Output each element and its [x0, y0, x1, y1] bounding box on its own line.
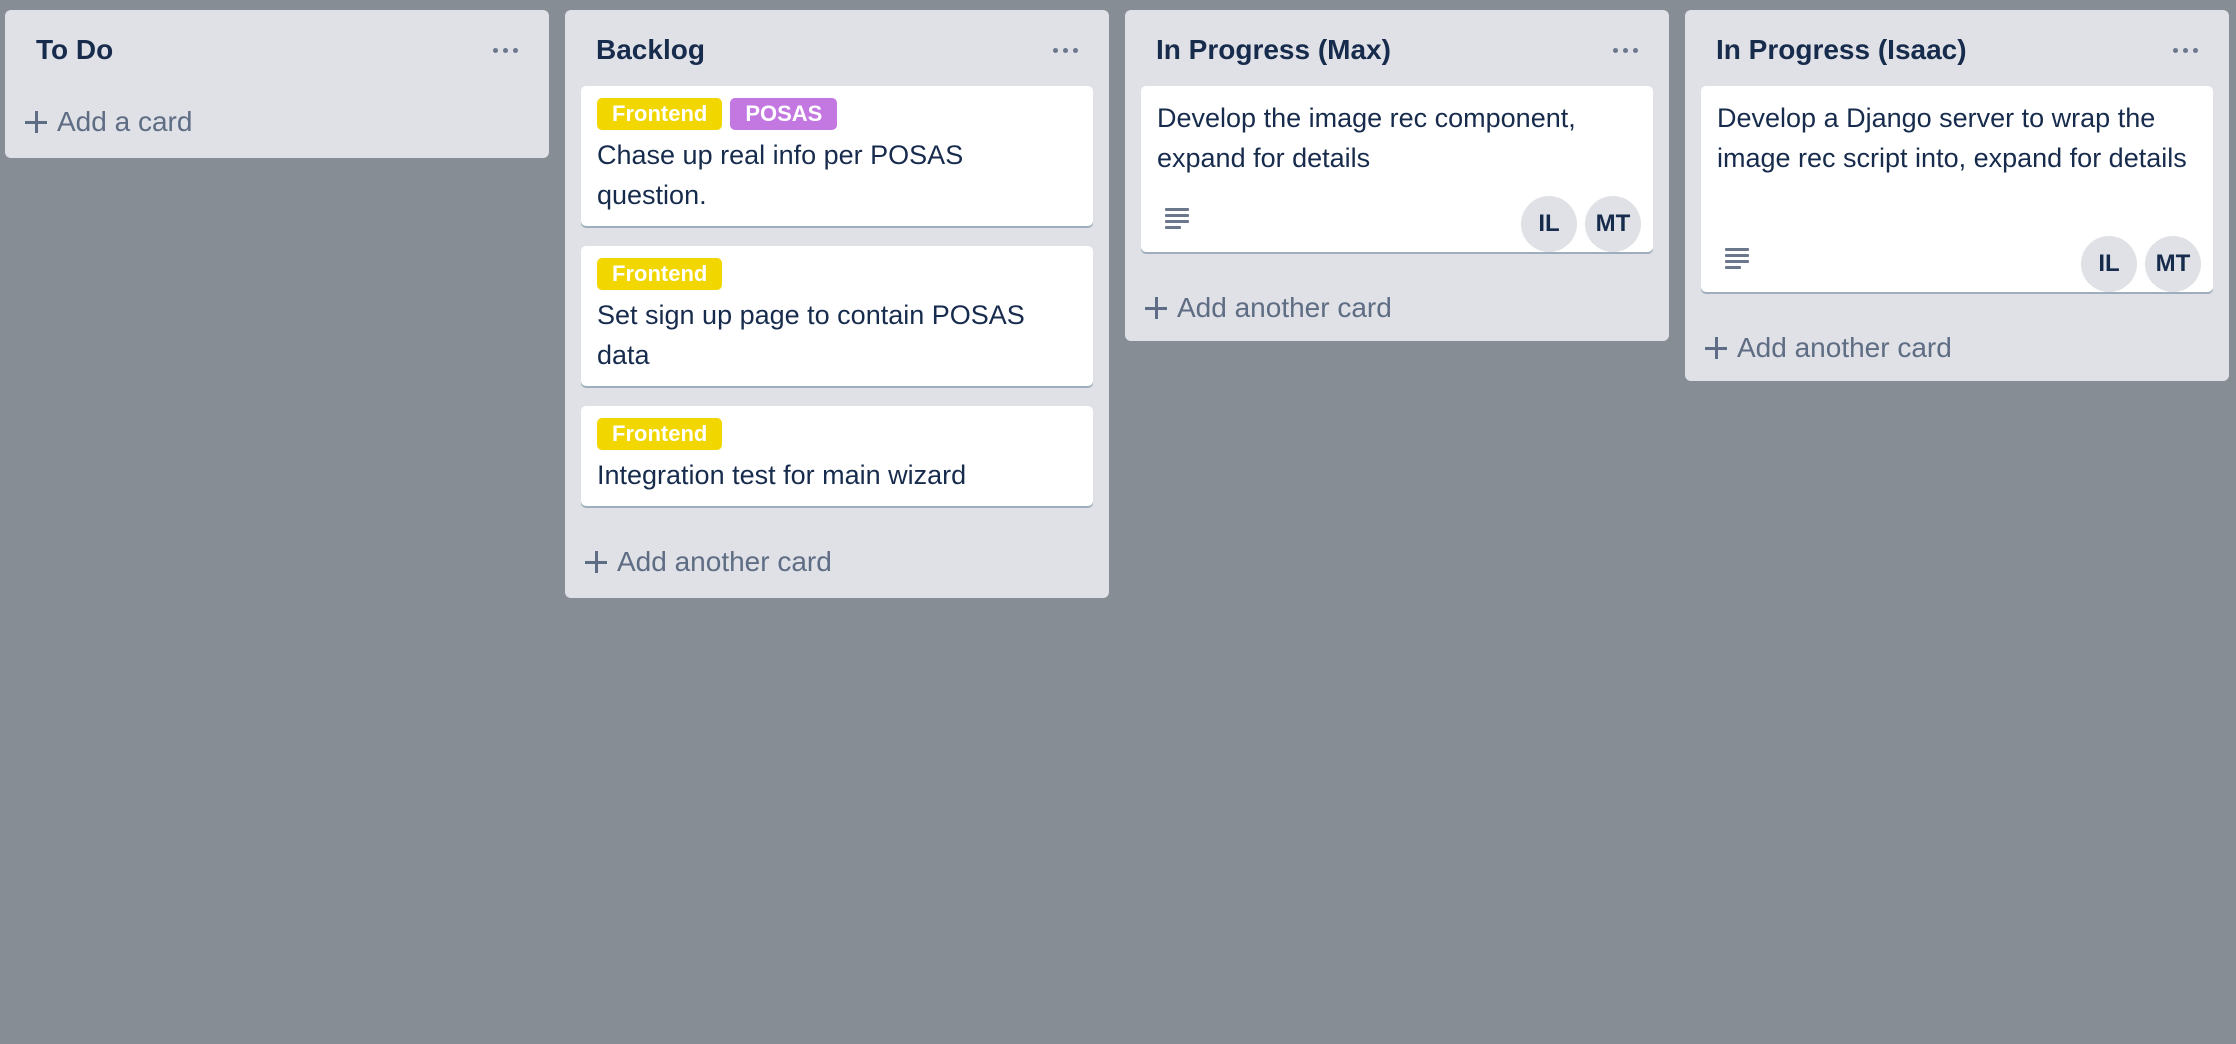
avatar[interactable]: IL [2081, 236, 2137, 292]
label-frontend: Frontend [597, 98, 723, 130]
plus-icon [25, 111, 47, 133]
list-header: In Progress (Max) [1125, 10, 1669, 90]
add-card-label: Add another card [1177, 292, 1392, 323]
avatar[interactable]: IL [1521, 196, 1577, 252]
card[interactable]: Frontend Set sign up page to contain POS… [581, 246, 1093, 386]
board: To Do Add a card Backlog Frontend POSAS … [0, 0, 2236, 1044]
card[interactable]: Develop a Django server to wrap the imag… [1701, 86, 2213, 292]
avatar[interactable]: MT [1585, 196, 1641, 252]
avatar[interactable]: MT [2145, 236, 2201, 292]
add-card-button[interactable]: Add another card [1145, 288, 1392, 328]
card[interactable]: Frontend POSAS Chase up real info per PO… [581, 86, 1093, 226]
card-title: Chase up real info per POSAS question. [597, 140, 964, 210]
plus-icon [1705, 337, 1727, 359]
list-backlog: Backlog Frontend POSAS Chase up real inf… [565, 10, 1109, 598]
card-labels: Frontend [597, 418, 723, 450]
card-title: Develop the image rec component, expand … [1157, 103, 1576, 173]
description-icon [1165, 208, 1189, 229]
list-title[interactable]: Backlog [596, 32, 705, 68]
card[interactable]: Frontend Integration test for main wizar… [581, 406, 1093, 506]
card-title: Develop a Django server to wrap the imag… [1717, 103, 2187, 173]
card-title: Set sign up page to contain POSAS data [597, 300, 1025, 370]
add-card-label: Add a card [57, 106, 193, 137]
add-card-button[interactable]: Add a card [25, 102, 192, 142]
add-card-label: Add another card [1737, 332, 1952, 363]
label-frontend: Frontend [597, 258, 723, 290]
list-title[interactable]: In Progress (Isaac) [1716, 32, 1967, 68]
add-card-button[interactable]: Add another card [585, 542, 832, 582]
more-horizontal-icon[interactable] [485, 36, 525, 64]
label-posas: POSAS [730, 98, 838, 130]
list-header: Backlog [565, 10, 1109, 90]
more-horizontal-icon[interactable] [2165, 36, 2205, 64]
list-header: To Do [5, 10, 549, 90]
add-card-button[interactable]: Add another card [1705, 328, 1952, 368]
list-title[interactable]: To Do [36, 32, 113, 68]
description-icon [1725, 248, 1749, 269]
list-in-progress-isaac: In Progress (Isaac) Develop a Django ser… [1685, 10, 2229, 381]
card[interactable]: Develop the image rec component, expand … [1141, 86, 1653, 252]
plus-icon [1145, 297, 1167, 319]
card-labels: Frontend POSAS [597, 98, 838, 130]
list-header: In Progress (Isaac) [1685, 10, 2229, 90]
card-title: Integration test for main wizard [597, 460, 967, 490]
more-horizontal-icon[interactable] [1605, 36, 1645, 64]
list-in-progress-max: In Progress (Max) Develop the image rec … [1125, 10, 1669, 341]
more-horizontal-icon[interactable] [1045, 36, 1085, 64]
plus-icon [585, 551, 607, 573]
label-frontend: Frontend [597, 418, 723, 450]
card-labels: Frontend [597, 258, 723, 290]
list-title[interactable]: In Progress (Max) [1156, 32, 1391, 68]
add-card-label: Add another card [617, 546, 832, 577]
list-to-do: To Do Add a card [5, 10, 549, 158]
